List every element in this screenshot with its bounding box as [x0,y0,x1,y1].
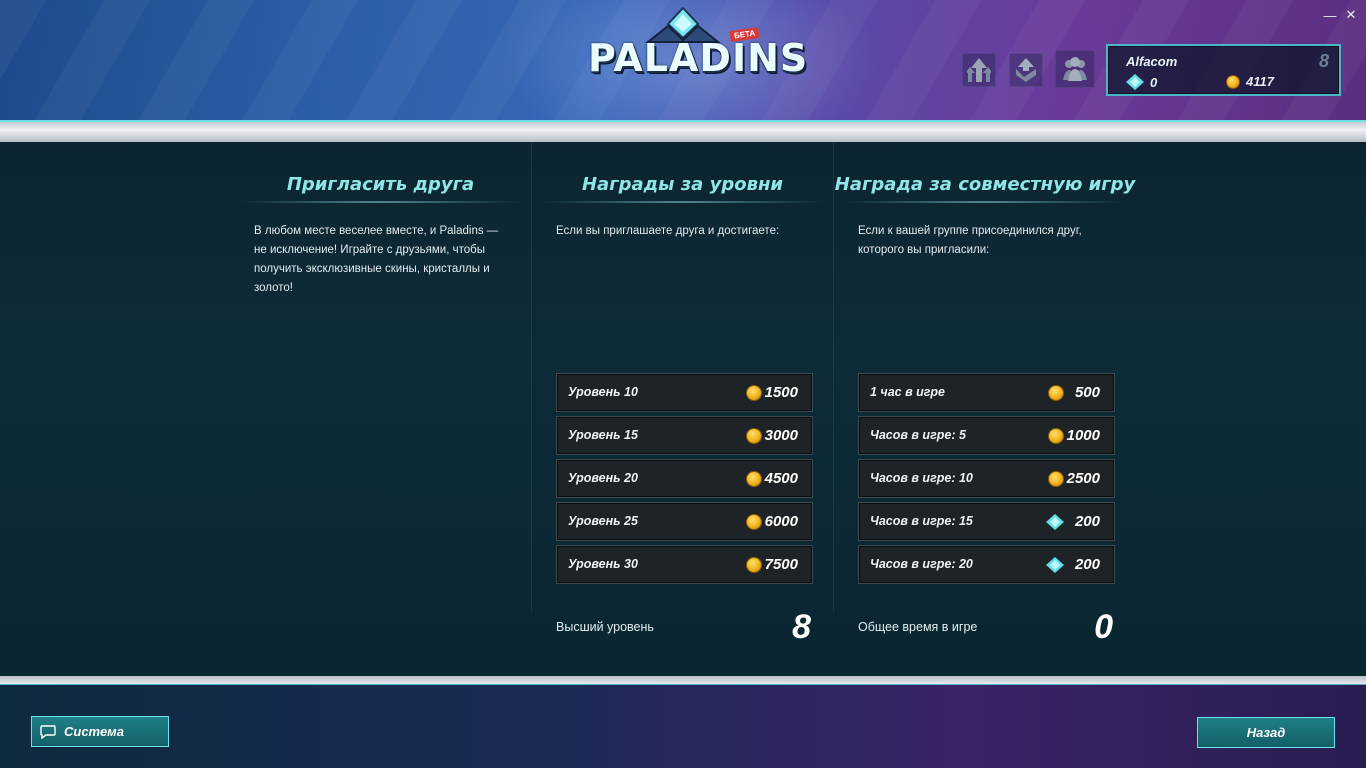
reward-row: 1 час в игре 500 [858,373,1115,412]
title-underline [240,201,521,203]
reward-amount: 200 [1074,556,1100,573]
reward-label: Уровень 25 [568,514,638,528]
crystal-icon [1126,74,1144,90]
gold-icon [746,428,762,444]
rank-badge-icon[interactable] [1009,53,1043,87]
total-playtime-value: 0 [1094,608,1113,646]
paladins-logo: PALADINS БЕТА [588,6,809,82]
reward-row: Часов в игре: 5 1000 [858,416,1115,455]
reward-row: Часов в игре: 15 200 [858,502,1115,541]
gold-icon [1048,385,1064,401]
total-playtime-label: Общее время в игре [858,620,978,634]
invite-description: В любом месте веселее вместе, и Paladins… [254,225,499,294]
top-divider-strip [0,120,1366,142]
player-name: Alfacom [1126,54,1178,69]
reward-amount: 200 [1074,513,1100,530]
rank-up-icon[interactable] [962,53,996,87]
reward-amount: 7500 [764,556,798,573]
reward-label: Часов в игре: 20 [870,557,973,571]
invite-title: Пригласить друга [286,174,475,195]
rank-up-glyph [967,58,991,82]
reward-row: Уровень 10 1500 [556,373,813,412]
gold-icon [1226,74,1240,89]
crystal-icon [1046,557,1064,573]
footer-bar [0,684,1366,768]
gold-icon [746,385,762,401]
title-underline [844,201,1126,203]
gold-icon [746,514,762,530]
gold-balance: 4117 [1226,74,1274,89]
reward-label: Часов в игре: 5 [870,428,966,442]
title-underline [542,201,823,203]
minimize-button[interactable]: — [1321,6,1339,24]
crystal-count: 0 [1150,74,1158,90]
reward-row: Часов в игре: 20 200 [858,545,1115,584]
reward-amount: 3000 [764,427,798,444]
coop-rewards-list: 1 час в игре 500 Часов в игре: 5 1000 Ча… [858,373,1115,588]
logo-text: PALADINS [588,36,809,80]
referral-panel: Пригласить друга В любом месте веселее в… [0,142,1366,678]
reward-label: 1 час в игре [870,385,946,399]
gold-icon [746,557,762,573]
coop-rewards-column: Награда за совместную игру Если к вашей … [834,142,1136,646]
chat-icon [40,724,56,739]
system-button[interactable]: Система [31,716,169,747]
reward-amount: 500 [1074,384,1100,401]
gold-icon [1048,428,1064,444]
highest-level-label: Высший уровень [556,620,654,634]
gold-icon [1048,471,1064,487]
level-rewards-list: Уровень 10 1500 Уровень 15 3000 Уровень … [556,373,813,588]
reward-amount: 1000 [1066,427,1100,444]
bottom-divider-strip [0,676,1366,684]
reward-row: Уровень 20 4500 [556,459,813,498]
back-button-label: Назад [1246,725,1286,740]
coop-rewards-title: Награда за совместную игру [834,174,1136,195]
close-button[interactable]: ✕ [1342,6,1360,24]
reward-label: Уровень 20 [568,471,638,485]
player-profile[interactable]: Alfacom 8 0 4117 [1106,44,1341,96]
back-button[interactable]: Назад [1197,717,1335,748]
reward-amount: 4500 [764,470,798,487]
highest-level-value: 8 [792,608,811,646]
reward-label: Уровень 10 [568,385,638,399]
reward-amount: 2500 [1066,470,1100,487]
crystal-icon [1046,514,1064,530]
reward-label: Уровень 30 [568,557,638,571]
gold-count: 4117 [1246,74,1274,89]
reward-amount: 6000 [764,513,798,530]
system-button-label: Система [64,724,125,739]
reward-row: Уровень 15 3000 [556,416,813,455]
reward-amount: 1500 [764,384,798,401]
rank-badge-glyph [1016,58,1036,82]
reward-row: Часов в игре: 10 2500 [858,459,1115,498]
crystal-balance: 0 [1126,74,1157,90]
party-glyph [1063,57,1087,81]
coop-rewards-description: Если к вашей группе присоединился друг, … [858,225,1082,256]
reward-label: Уровень 15 [568,428,638,442]
player-level: 8 [1318,51,1329,71]
level-rewards-column: Награды за уровни Если вы приглашаете др… [532,142,834,646]
party-icon[interactable] [1055,50,1095,88]
gold-icon [746,471,762,487]
reward-label: Часов в игре: 10 [870,471,973,485]
reward-row: Уровень 25 6000 [556,502,813,541]
reward-row: Уровень 30 7500 [556,545,813,584]
level-rewards-description: Если вы приглашаете друга и достигаете: [556,225,780,237]
level-rewards-title: Награды за уровни [581,174,784,195]
reward-label: Часов в игре: 15 [870,514,973,528]
invite-column: Пригласить друга В любом месте веселее в… [230,142,532,612]
